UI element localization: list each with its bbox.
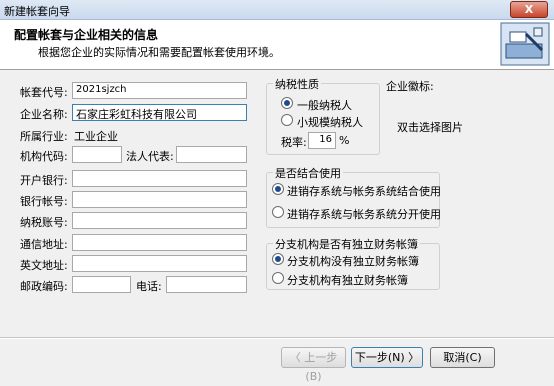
postcode-label: 邮政编码: <box>20 280 68 293</box>
branch-no-label[interactable]: 分支机构没有独立财务帐簿 <box>287 253 419 269</box>
bank-account-field[interactable] <box>72 191 247 208</box>
logo-picture-area[interactable]: 双击选择图片 <box>397 119 463 135</box>
branch-group-title: 分支机构是否有独立财务帐簿 <box>273 236 420 252</box>
legal-rep-label: 法人代表: <box>126 150 174 163</box>
wizard-tools-icon <box>500 22 550 66</box>
branch-yes-label[interactable]: 分支机构有独立财务帐簿 <box>287 272 408 288</box>
window-title: 新建帐套向导 <box>4 5 70 18</box>
combine-group-title: 是否结合使用 <box>273 165 343 181</box>
en-address-field[interactable] <box>72 255 247 272</box>
next-button[interactable]: 下一步(N) 〉 <box>351 347 423 368</box>
bank-label: 开户银行: <box>20 174 68 187</box>
bank-field[interactable] <box>72 170 247 187</box>
footer-separator <box>0 337 554 339</box>
close-button[interactable]: X <box>510 1 548 18</box>
industry-value: 工业企业 <box>74 130 118 143</box>
account-code-field[interactable]: 2021sjzch <box>72 82 247 99</box>
tax-small-label[interactable]: 小规模纳税人 <box>297 114 363 130</box>
org-code-field[interactable] <box>72 146 122 163</box>
company-name-field[interactable]: 石家庄彩虹科技有限公司 <box>72 104 247 121</box>
phone-field[interactable] <box>166 276 247 293</box>
cancel-button[interactable]: 取消(C) <box>430 347 495 368</box>
tax-rate-percent: % <box>339 134 350 147</box>
logo-label: 企业徽标: <box>386 80 434 93</box>
separate-radio[interactable] <box>272 206 284 218</box>
tax-no-field[interactable] <box>72 212 247 229</box>
tax-type-group-title: 纳税性质 <box>273 76 321 92</box>
combine-label[interactable]: 进销存系统与帐务系统结合使用 <box>287 183 441 199</box>
tax-small-radio[interactable] <box>281 114 293 126</box>
industry-label: 所属行业: <box>20 130 68 143</box>
branch-no-radio[interactable] <box>272 253 284 265</box>
account-code-label: 帐套代号: <box>20 86 68 99</box>
address-field[interactable] <box>72 234 247 251</box>
combine-radio[interactable] <box>272 183 284 195</box>
en-address-label: 英文地址: <box>20 259 68 272</box>
tax-general-label[interactable]: 一般纳税人 <box>297 97 352 113</box>
org-code-label: 机构代码: <box>20 150 68 163</box>
separate-label[interactable]: 进销存系统与帐务系统分开使用 <box>287 206 441 222</box>
header-title: 配置帐套与企业相关的信息 <box>14 28 159 42</box>
title-bar: 新建帐套向导 X <box>0 0 554 20</box>
tax-general-radio[interactable] <box>281 97 293 109</box>
phone-label: 电话: <box>136 280 162 293</box>
postcode-field[interactable] <box>72 276 131 293</box>
legal-rep-field[interactable] <box>176 146 247 163</box>
tax-rate-field[interactable]: 16 <box>308 132 336 149</box>
prev-button[interactable]: 〈 上一步(B) <box>281 347 346 383</box>
company-name-label: 企业名称: <box>20 108 68 121</box>
wizard-header: 配置帐套与企业相关的信息 根据您企业的实际情况和需要配置帐套使用环境。 <box>0 20 554 70</box>
tax-no-label: 纳税账号: <box>20 216 68 229</box>
address-label: 通信地址: <box>20 238 68 251</box>
tax-rate-label: 税率: <box>281 136 307 149</box>
header-subtitle: 根据您企业的实际情况和需要配置帐套使用环境。 <box>38 46 280 59</box>
bank-account-label: 银行帐号: <box>20 195 68 208</box>
branch-yes-radio[interactable] <box>272 272 284 284</box>
